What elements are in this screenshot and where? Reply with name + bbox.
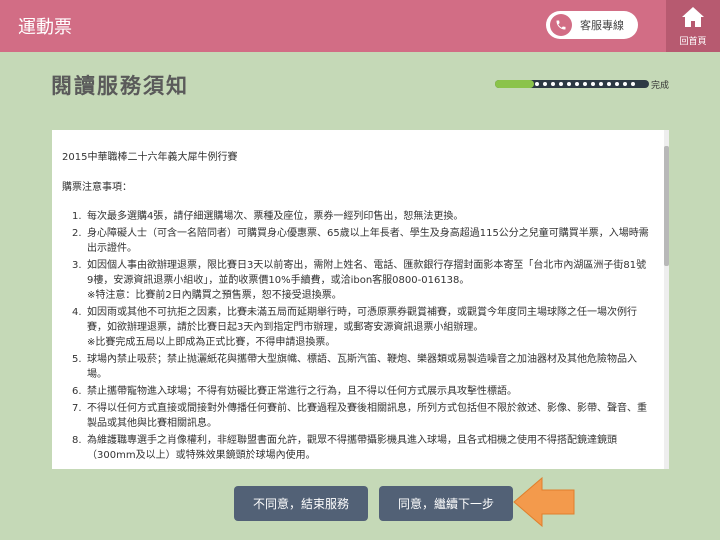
rule-text-block: 禁止攜帶寵物進入球場；不得有妨礙比賽正常進行之行為，且不得以任何方式展示具攻擊性… xyxy=(87,384,652,399)
rule-number: 8. xyxy=(72,435,82,446)
rule-text: 每次最多選購4張，請仔細選購場次、票種及座位，票券一經列印售出，恕無法更換。 xyxy=(87,211,464,222)
progress-fill xyxy=(495,80,534,88)
app-title: 運動票 xyxy=(18,17,72,38)
rule-item: 3. 如因個人事由欲辦理退票，限比賽日3天以前寄出，需附上姓名、電話、匯款銀行存摺… xyxy=(72,258,652,303)
notice-content: 2015中華職棒二十六年義大犀牛例行賽 購票注意事項： 1. 每次最多選購4張，請… xyxy=(62,150,652,465)
rule-text: 球場內禁止吸菸；禁止抛灑紙花與攜帶大型旗幟、標語、瓦斯汽笛、鞭炮、樂器類或易製造… xyxy=(87,354,637,380)
notice-header: 購票注意事項： xyxy=(62,182,132,193)
home-icon xyxy=(681,6,705,32)
rule-number: 6. xyxy=(72,386,82,397)
phone-icon xyxy=(550,14,572,36)
rule-text-block: 每次最多選購4張，請仔細選購場次、票種及座位，票券一經列印售出，恕無法更換。 xyxy=(87,209,652,224)
rule-text-block: 不得以任何方式直接或間接對外傳播任何賽前、比賽過程及賽後相關訊息，所列方式包括但… xyxy=(87,401,652,431)
rule-number: 2. xyxy=(72,228,82,239)
decline-button[interactable]: 不同意，結束服務 xyxy=(234,486,368,521)
progress-track xyxy=(495,80,649,88)
rule-text-block: 球場內禁止吸菸；禁止抛灑紙花與攜帶大型旗幟、標語、瓦斯汽笛、鞭炮、樂器類或易製造… xyxy=(87,352,652,382)
notice-doc-title: 2015中華職棒二十六年義大犀牛例行賽 xyxy=(62,152,238,163)
progress-indicator: 完成 xyxy=(495,79,670,91)
customer-service-label: 客服專線 xyxy=(580,19,624,32)
rule-text: 如因雨或其他不可抗拒之因素，比賽未滿五局而延期舉行時，可憑原票券觀賞補賽，或觀賞… xyxy=(87,307,637,333)
rule-item: 5. 球場內禁止吸菸；禁止抛灑紙花與攜帶大型旗幟、標語、瓦斯汽笛、鞭炮、樂器類或易… xyxy=(72,352,652,382)
notice-scrollbar[interactable] xyxy=(664,130,669,469)
home-label: 回首頁 xyxy=(679,36,707,47)
top-bar: 運動票 客服專線 回首頁 xyxy=(0,0,720,52)
rule-item: 7. 不得以任何方式直接或間接對外傳播任何賽前、比賽過程及賽後相關訊息，所列方式包… xyxy=(72,401,652,431)
rule-text-block: 如因雨或其他不可抗拒之因素，比賽未滿五局而延期舉行時，可憑原票券觀賞補賽，或觀賞… xyxy=(87,305,652,350)
page-title: 閱讀服務須知 xyxy=(51,74,189,98)
rule-text-block: 如因個人事由欲辦理退票，限比賽日3天以前寄出，需附上姓名、電話、匯款銀行存摺封面… xyxy=(87,258,652,303)
rules-list: 1. 每次最多選購4張，請仔細選購場次、票種及座位，票券一經列印售出，恕無法更換。… xyxy=(62,209,652,463)
rule-item: 1. 每次最多選購4張，請仔細選購場次、票種及座位，票券一經列印售出，恕無法更換。 xyxy=(72,209,652,224)
rule-note: ※特注意：比賽前2日內購買之預售票，恕不接受退換票。 xyxy=(87,290,342,301)
rule-text: 如因個人事由欲辦理退票，限比賽日3天以前寄出，需附上姓名、電話、匯款銀行存摺封面… xyxy=(87,260,647,286)
rule-number: 1. xyxy=(72,211,82,222)
progress-dots xyxy=(535,82,635,86)
rule-item: 2. 身心障礙人士（可含一名陪同者）可購買身心優惠票、65歲以上年長者、學生及身高… xyxy=(72,226,652,256)
home-button[interactable]: 回首頁 xyxy=(666,0,720,52)
rule-item: 6. 禁止攜帶寵物進入球場；不得有妨礙比賽正常進行之行為，且不得以任何方式展示具攻… xyxy=(72,384,652,399)
rule-text: 身心障礙人士（可含一名陪同者）可購買身心優惠票、65歲以上年長者、學生及身高超過… xyxy=(87,228,649,254)
customer-service-button[interactable]: 客服專線 xyxy=(546,11,638,39)
rule-text: 不得以任何方式直接或間接對外傳播任何賽前、比賽過程及賽後相關訊息，所列方式包括但… xyxy=(87,403,647,429)
rule-text-block: 為維護職專選手之肖像權利，非經聯盟書面允許，觀眾不得攜帶攝影機具進入球場，且各式… xyxy=(87,433,652,463)
agree-button[interactable]: 同意，繼續下一步 xyxy=(379,486,513,521)
rule-item: 4. 如因雨或其他不可抗拒之因素，比賽未滿五局而延期舉行時，可憑原票券觀賞補賽，或… xyxy=(72,305,652,350)
rule-number: 7. xyxy=(72,403,82,414)
notice-panel[interactable]: 2015中華職棒二十六年義大犀牛例行賽 購票注意事項： 1. 每次最多選購4張，請… xyxy=(52,130,669,469)
rule-text-block: 身心障礙人士（可含一名陪同者）可購買身心優惠票、65歲以上年長者、學生及身高超過… xyxy=(87,226,652,256)
rule-item: 8. 為維護職專選手之肖像權利，非經聯盟書面允許，觀眾不得攜帶攝影機具進入球場，且… xyxy=(72,433,652,463)
progress-label: 完成 xyxy=(651,80,670,91)
rule-number: 4. xyxy=(72,307,82,318)
notice-scroll-thumb[interactable] xyxy=(664,146,669,266)
rule-text: 為維護職專選手之肖像權利，非經聯盟書面允許，觀眾不得攜帶攝影機具進入球場，且各式… xyxy=(87,435,617,461)
rule-number: 5. xyxy=(72,354,82,365)
rule-number: 3. xyxy=(72,260,82,271)
pointer-arrow-icon xyxy=(513,476,575,528)
rule-note: ※比賽完成五局以上即成為正式比賽，不得申請退換票。 xyxy=(87,337,336,348)
rule-text: 禁止攜帶寵物進入球場；不得有妨礙比賽正常進行之行為，且不得以任何方式展示具攻擊性… xyxy=(87,386,517,397)
